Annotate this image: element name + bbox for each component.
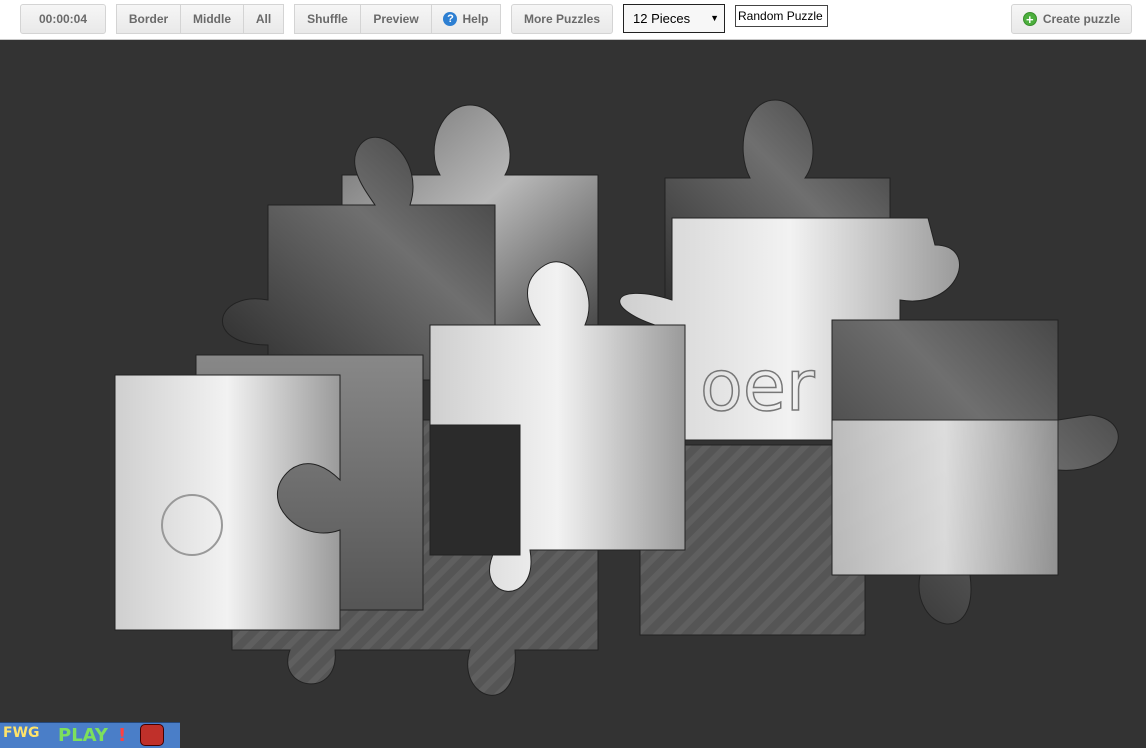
all-button[interactable]: All	[243, 4, 284, 34]
chevron-down-icon: ▼	[710, 13, 719, 23]
timer-display: 00:00:04	[20, 4, 106, 34]
logo-bang-text: !	[118, 725, 127, 746]
mascot-icon	[140, 724, 164, 746]
toolbar: 00:00:04 Border Middle All Shuffle Previ…	[0, 0, 1146, 40]
question-circle-icon: ?	[443, 12, 458, 26]
more-puzzles-button[interactable]: More Puzzles	[511, 4, 613, 34]
middle-button[interactable]: Middle	[180, 4, 244, 34]
fwg-play-logo[interactable]: FWG PLAY !	[0, 722, 180, 748]
puzzle-piece[interactable]	[831, 419, 1059, 576]
pieces-select[interactable]: 12 Pieces ▼	[623, 4, 725, 33]
logo-play-text: PLAY	[58, 725, 108, 746]
watermark-text: oer	[700, 345, 815, 427]
logo-fwg-text: FWG	[3, 725, 40, 741]
random-puzzle-input[interactable]	[735, 5, 828, 27]
pieces-select-value: 12 Pieces	[633, 11, 691, 26]
preview-button[interactable]: Preview	[360, 4, 432, 34]
help-label: Help	[462, 12, 489, 26]
border-button[interactable]: Border	[116, 4, 181, 34]
create-puzzle-label: Create puzzle	[1042, 12, 1121, 26]
plus-circle-icon: +	[1022, 12, 1037, 26]
shuffle-button[interactable]: Shuffle	[294, 4, 361, 34]
puzzle-piece[interactable]	[429, 424, 521, 556]
create-puzzle-button[interactable]: + Create puzzle	[1011, 4, 1132, 34]
help-button[interactable]: ? Help	[431, 4, 501, 34]
puzzle-board: oer	[114, 99, 1119, 696]
